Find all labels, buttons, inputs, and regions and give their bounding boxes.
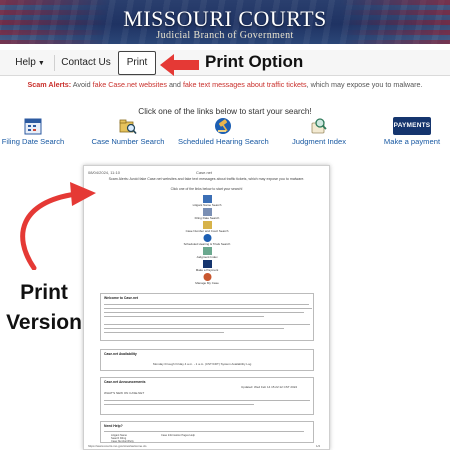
text-line	[104, 304, 309, 306]
red-arrow-left-icon	[160, 54, 199, 76]
preview-link: Litigant Name Search	[182, 195, 232, 207]
preview-link: Manage My Case	[182, 273, 232, 285]
text-line	[104, 400, 310, 402]
search-prompt: Click one of the links below to start yo…	[138, 107, 312, 116]
preview-url: https://www.courts.mo.gov/cnet/welcome.d…	[88, 444, 147, 448]
preview-link-label: Manage My Case	[195, 281, 219, 285]
preview-link-label: Scheduled Hearing & Trials Search	[183, 242, 231, 246]
preview-prompt: Click one of the links below to start yo…	[170, 187, 243, 191]
preview-announcements-box: Case.net Announcements Updated: Wed Feb …	[100, 377, 314, 415]
preview-link: Make a Payment	[182, 260, 232, 272]
preview-welcome-box: Welcome to Case.net	[100, 293, 314, 341]
preview-link-label: Filing Date Search	[194, 216, 220, 220]
print-version-annotation: Print Version	[4, 278, 84, 338]
preview-page-title: Case.net	[196, 170, 213, 175]
print-version-preview: 08/04/2024, 11:10 Case.net Scam Alerts: …	[83, 165, 330, 450]
text-line	[104, 316, 264, 318]
preview-scam-alert: Scam Alerts: Avoid fake Case.net website…	[108, 177, 305, 181]
person-icon	[202, 195, 212, 203]
scam-text-1: Avoid	[72, 80, 91, 89]
contact-us-link[interactable]: Contact Us	[60, 50, 112, 76]
print-option-annotation: Print Option	[205, 52, 304, 71]
text-line	[104, 431, 304, 433]
print-version-line-1: Print	[20, 281, 68, 304]
site-title[interactable]: MISSOURI COURTS	[0, 6, 450, 32]
preview-help-title: Need Help?	[104, 424, 123, 428]
preview-link-label: Litigant Name Search	[192, 203, 222, 207]
calendar-icon	[202, 208, 212, 216]
preview-announcements-title: Case.net Announcements	[104, 380, 146, 384]
preview-help-item: Case Information Pages Help	[161, 434, 195, 437]
help-menu[interactable]: Help ▼	[10, 50, 50, 76]
magnifier-scroll-icon	[311, 118, 327, 134]
payments-badge-text: PAYMENTS	[393, 122, 431, 129]
print-version-line-2: Version	[6, 311, 82, 334]
preview-availability-box: Case.net Availability Monday through Fri…	[100, 349, 314, 371]
print-button[interactable]: Print	[118, 51, 156, 75]
preview-availability-text: Monday through Friday 4 a.m. - 1 a.m. (C…	[153, 362, 252, 366]
text-line	[104, 308, 312, 310]
gavel-icon	[215, 118, 231, 134]
quick-link-judgment-index[interactable]: Judgment Index	[286, 117, 352, 146]
scam-alert-label: Scam Alerts:	[27, 80, 72, 89]
quick-link-label: Judgment Index	[291, 137, 347, 146]
scam-link-websites[interactable]: fake Case.net websites	[93, 80, 167, 89]
quick-link-label: Scheduled Hearing Search	[178, 137, 269, 146]
preview-welcome-title: Welcome to Case.net	[104, 296, 139, 300]
quick-link-case-number[interactable]: Case Number Search	[88, 117, 168, 146]
text-line	[104, 328, 284, 330]
text-line	[104, 404, 254, 406]
preview-link: Case Number and Court Search	[182, 221, 232, 233]
chevron-down-icon: ▼	[37, 60, 45, 67]
quick-link-filing-date[interactable]: Filing Date Search	[0, 117, 66, 146]
preview-link-label: Case Number and Court Search	[185, 229, 229, 233]
help-label: Help	[15, 57, 36, 68]
preview-link: Scheduled Hearing & Trials Search	[182, 234, 232, 246]
quick-link-make-payment[interactable]: PAYMENTS Make a payment	[382, 117, 442, 146]
preview-link: Filing Date Search	[182, 208, 232, 220]
folder-search-icon	[202, 221, 212, 229]
payments-icon: PAYMENTS	[393, 117, 431, 135]
manage-case-icon	[203, 273, 211, 281]
text-line	[104, 324, 310, 326]
preview-updated: Updated: Wed Feb 14 15:22:12 CST 2024	[241, 385, 298, 389]
red-curved-arrow-icon	[20, 182, 96, 270]
quick-link-label: Filing Date Search	[1, 137, 65, 146]
quick-link-label: Make a payment	[383, 137, 441, 146]
preview-link-label: Make a Payment	[195, 268, 219, 272]
nav-divider	[54, 55, 55, 71]
preview-link-label: Judgment Index	[196, 255, 218, 259]
scam-text-2: and	[168, 80, 181, 89]
site-subtitle: Judicial Branch of Government	[156, 30, 294, 41]
preview-help-item: Case Number/Party	[111, 440, 134, 443]
scam-link-texts[interactable]: fake text messages about traffic tickets	[183, 80, 307, 89]
text-line	[104, 312, 304, 314]
scam-text-3: , which may expose you to malware.	[306, 80, 423, 89]
preview-availability-title: Case.net Availability	[104, 352, 137, 356]
preview-whats-new: WHAT'S NEW ON CASE.NET	[104, 391, 145, 395]
gavel-icon	[203, 234, 211, 242]
magnifier-scroll-icon	[202, 247, 212, 255]
preview-help-box: Need Help? Litigant Name Search Filing C…	[100, 421, 314, 443]
text-line	[104, 332, 224, 334]
quick-link-label: Case Number Search	[91, 137, 165, 146]
calendar-icon	[24, 118, 42, 135]
quick-link-scheduled-hearing[interactable]: Scheduled Hearing Search	[178, 117, 269, 146]
preview-page-number: 1/2	[316, 444, 321, 448]
payments-icon	[202, 260, 212, 268]
preview-link: Judgment Index	[182, 247, 232, 259]
header-banner: MISSOURI COURTS Judicial Branch of Gover…	[0, 0, 450, 44]
preview-date: 08/04/2024, 11:10	[88, 170, 120, 175]
folder-search-icon	[119, 119, 137, 135]
scam-alert-bar: Scam Alerts: Avoid fake Case.net website…	[0, 78, 450, 92]
